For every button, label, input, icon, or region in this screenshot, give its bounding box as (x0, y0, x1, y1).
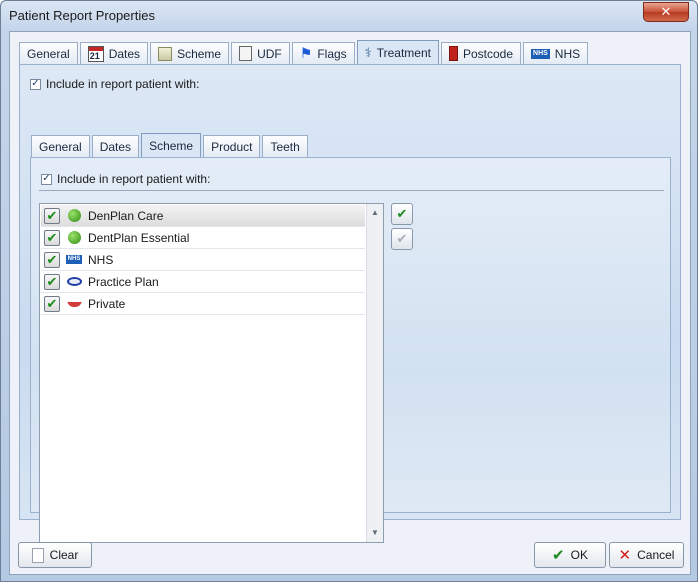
tab-label: Scheme (149, 138, 194, 153)
ok-check-icon: ✔ (552, 547, 565, 564)
list-scrollbar[interactable]: ▲ ▼ (366, 204, 383, 542)
tab-label: Scheme (177, 46, 222, 61)
ok-button-label: OK (570, 548, 588, 562)
inner-tab-dates[interactable]: Dates (91, 135, 140, 157)
tab-label: Product (211, 139, 253, 154)
nhs-badge: NHS (65, 255, 83, 264)
list-item-label: DenPlan Care (88, 208, 164, 223)
tab-treatment[interactable]: ⚕ Treatment (356, 40, 439, 64)
outer-include-checkbox[interactable]: ✓ (30, 78, 41, 90)
cancel-button-label: Cancel (637, 548, 675, 562)
tab-label: UDF (257, 46, 282, 61)
clear-button-label: Clear (49, 548, 79, 562)
inner-tab-scheme[interactable]: Scheme (141, 133, 202, 157)
clear-icon (31, 547, 44, 563)
scheme-icon (158, 46, 173, 61)
check-icon[interactable]: ✔ (44, 207, 60, 224)
tab-label: General (27, 46, 70, 61)
tab-label: NHS (554, 46, 581, 61)
list-item[interactable]: ✔ Practice Plan (41, 271, 365, 293)
private-smile-icon (65, 296, 83, 312)
nhs-icon: NHS (531, 48, 550, 59)
outer-tab-strip: General 21 Dates Scheme UDF ⚑ Flags ⚕ Tr… (19, 40, 590, 64)
list-item[interactable]: ✔ DentPlan Essential (41, 227, 365, 249)
apple-icon (65, 208, 83, 224)
close-button[interactable]: ✕ (643, 2, 689, 22)
list-item-label: Private (88, 296, 126, 311)
scheme-panel: ✓ Include in report patient with: ✔ DenP… (30, 157, 671, 543)
ok-button[interactable]: ✔ OK (534, 542, 606, 568)
inner-include-checkbox[interactable]: ✓ (41, 173, 52, 185)
tab-label: Teeth (270, 139, 300, 154)
list-item[interactable]: ✔ NHS NHS (41, 249, 365, 271)
tab-udf[interactable]: UDF (231, 42, 290, 64)
tab-scheme[interactable]: Scheme (150, 42, 230, 64)
scroll-up-icon[interactable]: ▲ (367, 205, 383, 221)
udf-icon (239, 46, 253, 61)
dialog-client: General 21 Dates Scheme UDF ⚑ Flags ⚕ Tr… (9, 31, 691, 575)
flag-icon: ⚑ (299, 45, 313, 61)
dialog-window: Patient Report Properties ✕ General 21 D… (0, 0, 698, 582)
list-item-label: NHS (88, 252, 114, 267)
separator (39, 190, 664, 191)
check-all-button[interactable]: ✔ (391, 203, 413, 225)
tab-label: Dates (99, 139, 132, 154)
tab-dates[interactable]: 21 Dates (79, 42, 149, 64)
calendar-day: 21 (89, 50, 100, 61)
check-icon[interactable]: ✔ (44, 251, 60, 268)
apple-icon (65, 230, 83, 246)
inner-include-label: Include in report patient with: (57, 172, 211, 186)
title-bar[interactable]: Patient Report Properties ✕ (1, 1, 697, 31)
inner-tab-general[interactable]: General (31, 135, 90, 157)
tab-label: Treatment (376, 45, 431, 60)
list-item[interactable]: ✔ DenPlan Care (41, 205, 365, 227)
scheme-list[interactable]: ✔ DenPlan Care ✔ DentPlan Essential ✔ NH… (39, 203, 384, 543)
inner-tab-strip: General Dates Scheme Product Teeth (31, 133, 310, 157)
practice-plan-icon (65, 274, 83, 290)
tab-label: Postcode (462, 46, 514, 61)
treatment-panel: ✓ Include in report patient with: Genera… (19, 64, 681, 543)
tab-general[interactable]: General (19, 42, 78, 64)
postcode-icon (448, 46, 458, 61)
tab-label: Dates (108, 46, 141, 61)
cancel-x-icon: ✕ (618, 547, 632, 564)
tab-flags[interactable]: ⚑ Flags (291, 42, 355, 64)
list-item-label: Practice Plan (88, 274, 159, 289)
cancel-button[interactable]: ✕ Cancel (609, 542, 684, 568)
nhs-icon: NHS (65, 252, 83, 268)
inner-include-row[interactable]: ✓ Include in report patient with: (41, 172, 210, 186)
outer-include-row[interactable]: ✓ Include in report patient with: (30, 77, 199, 91)
treatment-icon: ⚕ (364, 44, 372, 60)
tab-nhs[interactable]: NHS NHS (523, 42, 589, 64)
calendar-icon: 21 (87, 45, 104, 62)
clear-button[interactable]: Clear (18, 542, 92, 568)
check-icon[interactable]: ✔ (44, 295, 60, 312)
outer-include-label: Include in report patient with: (46, 77, 200, 91)
check-icon[interactable]: ✔ (44, 229, 60, 246)
tab-label: Flags (317, 46, 347, 61)
tab-postcode[interactable]: Postcode (440, 42, 522, 64)
list-item-label: DentPlan Essential (88, 230, 190, 245)
scroll-down-icon[interactable]: ▼ (367, 525, 383, 541)
inner-tab-product[interactable]: Product (203, 135, 261, 157)
check-icon[interactable]: ✔ (44, 273, 60, 290)
window-title: Patient Report Properties (9, 8, 155, 23)
uncheck-all-button[interactable]: ✔ (391, 228, 413, 250)
list-item[interactable]: ✔ Private (41, 293, 365, 315)
tab-label: General (39, 139, 82, 154)
inner-tab-teeth[interactable]: Teeth (262, 135, 308, 157)
